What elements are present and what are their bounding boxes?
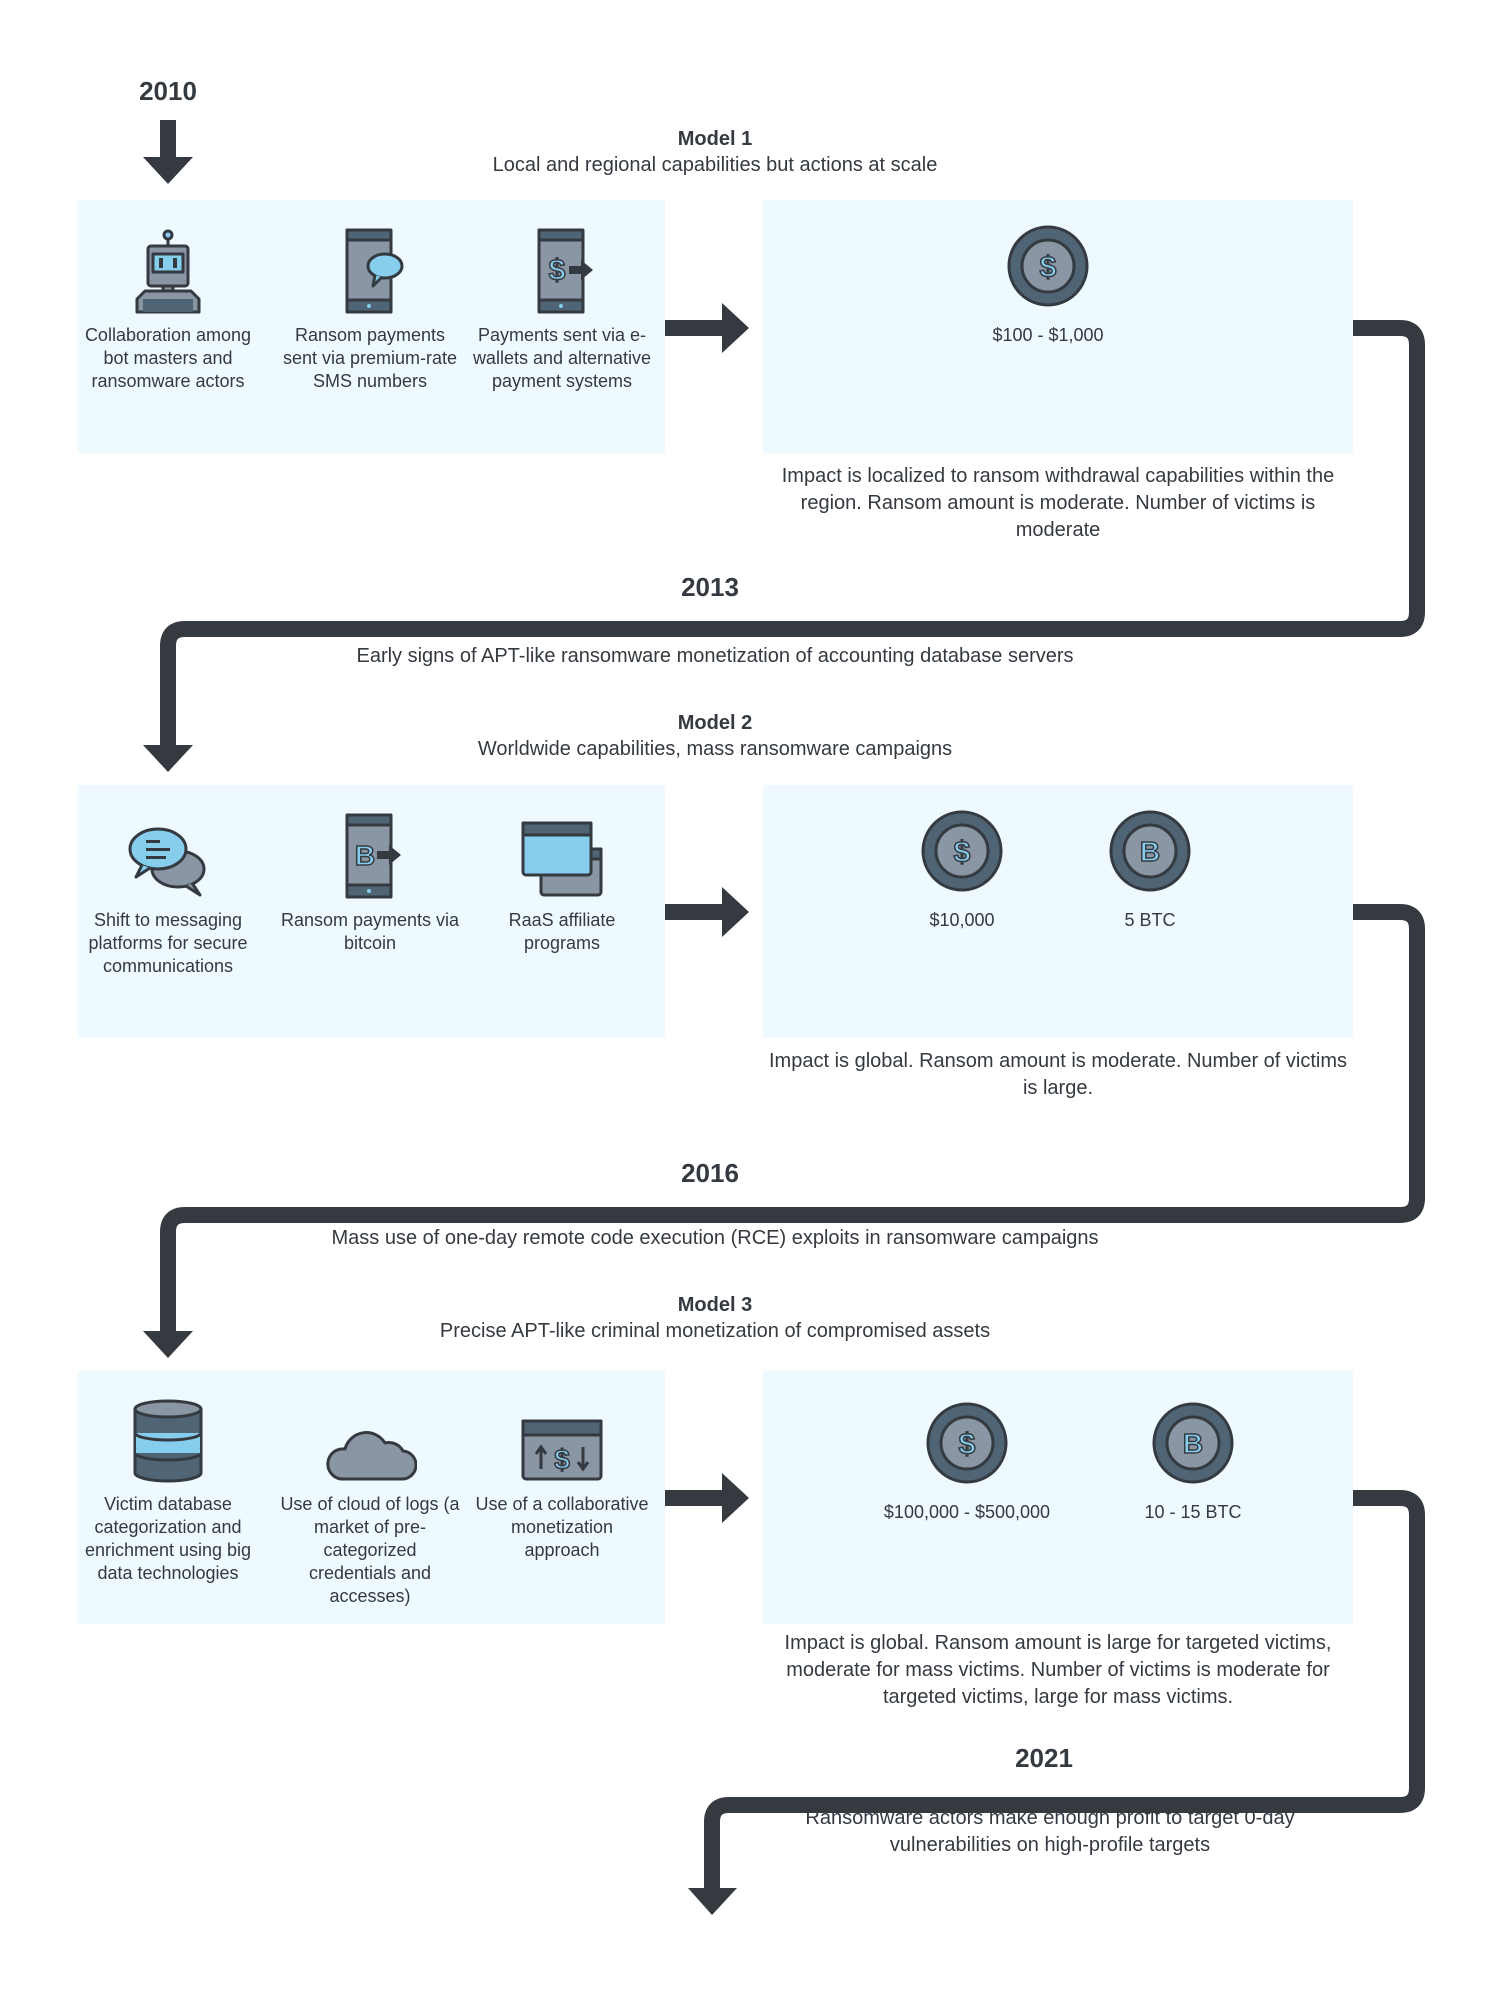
model-1-subtitle: Local and regional capabilities but acti… — [492, 154, 938, 176]
svg-text:B: B — [1183, 1428, 1203, 1459]
svg-text:$: $ — [549, 254, 566, 287]
amount-label: $100,000 - $500,000 — [883, 1502, 1051, 1522]
amount-label: 10 - 15 BTC — [1144, 1502, 1242, 1522]
model-3-amount-1: $ $100,000 - $500,000 — [847, 1401, 1087, 1523]
year-2013: 2013 — [681, 572, 739, 602]
model-2-subtitle: Worldwide capabilities, mass ransomware … — [477, 738, 953, 760]
feature-label: Use of cloud of logs (a market of pre-ca… — [280, 1494, 460, 1606]
model-2-feature-1: Shift to messaging platforms for secure … — [78, 809, 258, 978]
model-2-amount-2: B 5 BTC — [1030, 809, 1270, 931]
year-2016: 2016 — [681, 1158, 739, 1188]
feature-label: Payments sent via e-wallets and alternat… — [472, 325, 652, 391]
arrow-model2-head — [722, 887, 749, 937]
database-icon — [133, 1399, 203, 1483]
year-2021: 2021 — [1015, 1743, 1073, 1773]
dollar-coin-icon: $ — [921, 810, 1003, 892]
bitcoin-coin-icon: B — [1109, 810, 1191, 892]
model-3-subtitle: Precise APT-like criminal monetization o… — [439, 1320, 991, 1342]
model-2-title: Model 2 — [677, 712, 753, 734]
bitcoin-coin-icon: B — [1152, 1402, 1234, 1484]
model-3-title: Model 3 — [677, 1294, 753, 1316]
svg-text:B: B — [355, 840, 375, 871]
phone-sms-icon — [345, 228, 404, 314]
year-2010: 2010 — [139, 76, 197, 106]
svg-text:$: $ — [959, 1428, 976, 1461]
model-1-amount-1: $ $100 - $1,000 — [928, 224, 1168, 346]
model-1-feature-2: Ransom payments sent via premium-rate SM… — [280, 224, 460, 393]
arrow-model3-head — [722, 1473, 749, 1523]
amount-label: $100 - $1,000 — [992, 325, 1104, 345]
feature-label: Collaboration among bot masters and rans… — [84, 325, 252, 391]
feature-label: Use of a collaborative monetization appr… — [475, 1494, 649, 1560]
model-3-capabilities-panel: Victim database categorization and enric… — [78, 1371, 665, 1624]
chat-bubbles-icon — [128, 827, 206, 897]
model-3-amount-2: B 10 - 15 BTC — [1073, 1401, 1313, 1523]
model-1-impact: Impact is localized to ransom withdrawal… — [781, 465, 1335, 541]
model-1-amounts-panel: $ $100 - $1,000 — [763, 200, 1353, 453]
dollar-coin-icon: $ — [926, 1402, 1008, 1484]
model-2-amounts-panel: $ $10,000 B 5 BTC — [763, 785, 1353, 1038]
cloud-icon — [326, 1431, 417, 1481]
model-2-impact: Impact is global. Ransom amount is moder… — [769, 1050, 1347, 1099]
windows-icon — [521, 821, 603, 897]
model-3-impact: Impact is global. Ransom amount is large… — [784, 1632, 1332, 1708]
transition-note-2016: Mass use of one-day remote code executio… — [331, 1227, 1099, 1249]
robot-icon — [135, 229, 201, 314]
feature-label: Ransom payments via bitcoin — [280, 910, 460, 953]
model-3-feature-1: Victim database categorization and enric… — [78, 1393, 258, 1585]
model-2-capabilities-panel: Shift to messaging platforms for secure … — [78, 785, 665, 1038]
transition-note-2021: Ransomware actors make enough profit to … — [805, 1807, 1295, 1856]
transition-note-2013: Early signs of APT-like ransomware monet… — [356, 645, 1074, 667]
arrow-2021-head — [688, 1888, 737, 1915]
arrow-model1-head — [722, 303, 749, 353]
feature-label: Victim database categorization and enric… — [84, 1494, 252, 1583]
model-3-feature-3: $ Use of a collaborative monetization ap… — [472, 1393, 652, 1562]
svg-text:$: $ — [554, 1444, 570, 1475]
phone-dollar-transfer-icon: $ — [537, 228, 593, 314]
model-2-feature-2: B Ransom payments via bitcoin — [280, 809, 460, 955]
model-2-feature-3: RaaS affiliate programs — [472, 809, 652, 955]
amount-label: 5 BTC — [1124, 910, 1176, 930]
svg-text:B: B — [1140, 836, 1160, 867]
model-1-feature-3: $ Payments sent via e-wallets and altern… — [472, 224, 652, 393]
feature-label: Shift to messaging platforms for secure … — [88, 910, 248, 976]
feature-label: RaaS affiliate programs — [508, 910, 616, 953]
model-3-feature-2: Use of cloud of logs (a market of pre-ca… — [280, 1393, 460, 1608]
phone-bitcoin-transfer-icon: B — [345, 813, 401, 899]
model-1-title: Model 1 — [677, 128, 753, 150]
svg-text:$: $ — [1040, 251, 1057, 284]
model-3-amounts-panel: $ $100,000 - $500,000 B 10 - 15 BTC — [763, 1371, 1353, 1624]
feature-label: Ransom payments sent via premium-rate SM… — [282, 325, 458, 391]
dollar-coin-icon: $ — [1007, 225, 1089, 307]
model-1-feature-1: Collaboration among bot masters and rans… — [78, 224, 258, 393]
svg-text:$: $ — [954, 836, 971, 869]
money-exchange-window-icon: $ — [521, 1419, 603, 1481]
model-1-capabilities-panel: Collaboration among bot masters and rans… — [78, 200, 665, 453]
